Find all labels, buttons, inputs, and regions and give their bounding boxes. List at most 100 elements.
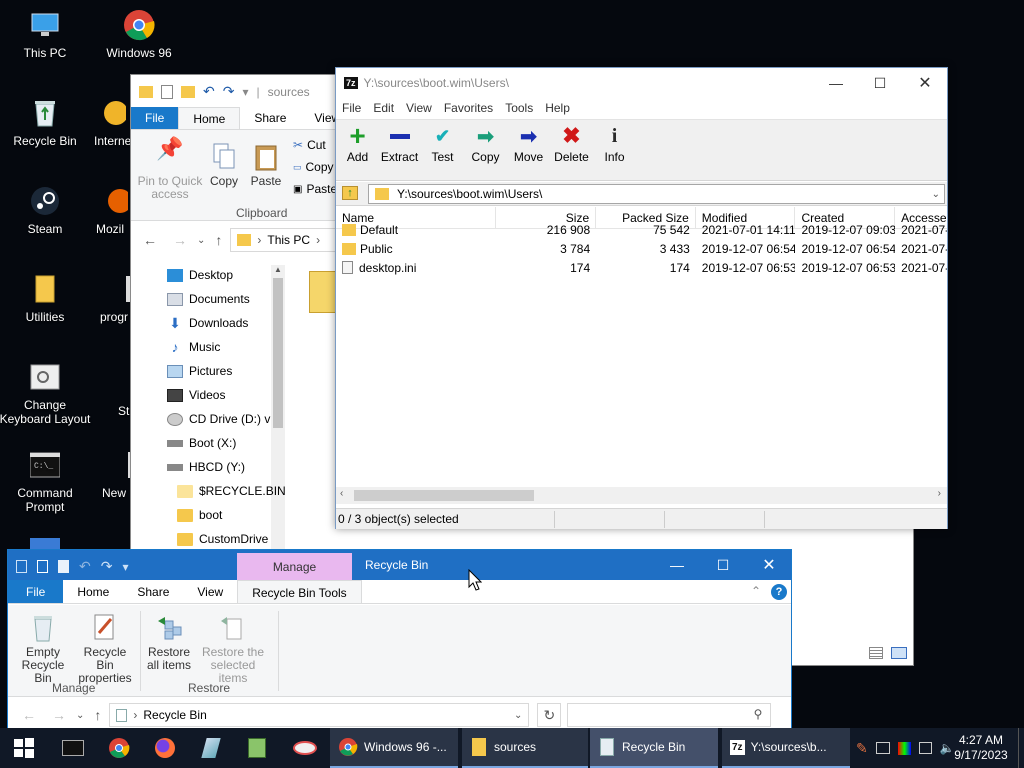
- cut-button[interactable]: ✂ Cut: [293, 138, 326, 152]
- pinned-notepad[interactable]: [242, 728, 272, 768]
- help-icon[interactable]: ?: [771, 584, 787, 600]
- redo-icon[interactable]: ↷: [101, 558, 113, 575]
- tab-share[interactable]: Share: [123, 580, 183, 603]
- title-bar[interactable]: ↶ ↷ ▾ Manage Recycle Bin — ☐ ✕: [8, 550, 791, 580]
- color-picker-icon[interactable]: [897, 741, 911, 755]
- paste-button[interactable]: Paste: [251, 142, 281, 188]
- start-button[interactable]: [0, 728, 48, 768]
- extract-button[interactable]: Extract: [378, 124, 421, 164]
- info-button[interactable]: i Info: [593, 124, 636, 165]
- network-icon[interactable]: [875, 742, 890, 754]
- minimize-button[interactable]: —: [813, 68, 859, 98]
- menu-file[interactable]: File: [336, 101, 367, 115]
- address-bar[interactable]: › Recycle Bin ⌄: [109, 703, 530, 727]
- delete-button[interactable]: ✖ Delete: [550, 123, 593, 164]
- tab-home[interactable]: Home: [178, 107, 241, 129]
- address-bar[interactable]: › This PC ›: [230, 228, 341, 252]
- desktop-icon-change-keyboard-layout[interactable]: Change Keyboard Layout: [0, 360, 90, 426]
- desktop-icon-internet[interactable]: Interne: [94, 96, 130, 148]
- path-input[interactable]: Y:\sources\boot.wim\Users\ ⌄: [368, 184, 945, 204]
- desktop-icon-steam[interactable]: Steam: [0, 184, 90, 236]
- desktop-icon-command-prompt[interactable]: C:\_ Command Prompt: [0, 448, 90, 514]
- tree-item-videos[interactable]: Videos: [167, 383, 287, 407]
- up-folder-button[interactable]: ↑: [342, 186, 358, 200]
- menu-help[interactable]: Help: [539, 101, 576, 115]
- refresh-icon[interactable]: ↻: [537, 703, 562, 727]
- display-icon[interactable]: [918, 742, 932, 754]
- scroll-right-icon[interactable]: ›: [938, 488, 941, 499]
- test-button[interactable]: ✔ Test: [421, 124, 464, 165]
- up-icon[interactable]: ↑: [215, 232, 222, 248]
- tab-view[interactable]: View: [183, 580, 237, 603]
- maximize-button[interactable]: ☐: [857, 68, 903, 98]
- tab-recycle-bin-tools[interactable]: Recycle Bin Tools: [237, 580, 362, 603]
- tab-manage[interactable]: Manage: [237, 553, 352, 580]
- clock[interactable]: 4:27 AM 9/17/2023: [950, 728, 1012, 768]
- tree-item-boot-folder[interactable]: boot: [167, 503, 287, 527]
- sevenzip-window[interactable]: 7z Y:\sources\boot.wim\Users\ — ☐ ✕ File…: [335, 67, 948, 529]
- recent-chevron-icon[interactable]: ⌄: [197, 235, 205, 246]
- copy-button[interactable]: Copy: [209, 142, 239, 188]
- tree-item-documents[interactable]: Documents: [167, 287, 287, 311]
- paste-shortcut-button[interactable]: ▣ Paste: [293, 182, 337, 196]
- table-row[interactable]: desktop.ini 174 174 2019-12-07 06:53 201…: [336, 258, 947, 277]
- pinned-cmd[interactable]: [58, 728, 88, 768]
- forward-icon[interactable]: →: [52, 707, 66, 723]
- add-button[interactable]: + Add: [336, 120, 379, 164]
- taskbar-app-windows-96[interactable]: Windows 96 -...: [330, 728, 458, 768]
- pinned-app[interactable]: [196, 728, 226, 768]
- empty-recycle-bin-button[interactable]: Empty Recycle Bin: [12, 613, 74, 685]
- tab-file[interactable]: File: [131, 107, 179, 129]
- minimize-button[interactable]: —: [654, 550, 700, 580]
- file-item-partial[interactable]: [309, 271, 337, 313]
- desktop-icon-mozilla[interactable]: Mozil: [96, 184, 130, 236]
- scroll-thumb[interactable]: [354, 490, 534, 501]
- tab-home[interactable]: Home: [63, 580, 123, 603]
- close-button[interactable]: ✕: [746, 550, 792, 580]
- pin-quick-access-button[interactable]: 📌 Pin to Quick access: [137, 138, 203, 201]
- maximize-button[interactable]: ☐: [700, 550, 746, 580]
- breadcrumb[interactable]: This PC: [267, 233, 310, 247]
- new-folder-icon[interactable]: [181, 85, 195, 98]
- redo-icon[interactable]: ↷: [223, 83, 235, 100]
- undo-icon[interactable]: ↶: [203, 83, 215, 100]
- chevron-down-icon[interactable]: ▾: [122, 560, 128, 574]
- tree-item-pictures[interactable]: Pictures: [167, 359, 287, 383]
- restore-all-items-button[interactable]: Restore all items: [146, 613, 192, 672]
- chevron-down-icon[interactable]: ▾: [242, 85, 248, 99]
- pinned-firefox[interactable]: [150, 728, 180, 768]
- taskbar-app-recycle-bin[interactable]: Recycle Bin: [590, 728, 718, 768]
- tab-file[interactable]: File: [8, 580, 64, 603]
- table-row[interactable]: Public 3 784 3 433 2019-12-07 06:54 2019…: [336, 239, 947, 258]
- back-icon[interactable]: ←: [143, 232, 157, 248]
- copy-button[interactable]: ➡ Copy: [464, 124, 507, 165]
- desktop-icon-utilities[interactable]: Utilities: [0, 272, 90, 324]
- taskbar-app-sources[interactable]: sources: [462, 728, 588, 768]
- menu-favorites[interactable]: Favorites: [438, 101, 499, 115]
- chevron-up-icon[interactable]: ⌃: [751, 580, 761, 603]
- chevron-down-icon[interactable]: ⌄: [514, 710, 522, 721]
- tree-item-music[interactable]: ♪ Music: [167, 335, 287, 359]
- pinned-paint[interactable]: [288, 728, 322, 768]
- properties-icon[interactable]: [37, 560, 48, 573]
- copy-path-button[interactable]: ▭ Copy: [293, 160, 334, 174]
- tray-app-icon[interactable]: ✎: [856, 740, 868, 757]
- forward-icon[interactable]: →: [173, 232, 187, 248]
- close-button[interactable]: ✕: [902, 68, 948, 98]
- properties-icon[interactable]: [161, 84, 173, 99]
- chevron-down-icon[interactable]: ⌄: [932, 189, 940, 200]
- search-input[interactable]: ⚲: [567, 703, 772, 727]
- tree-item-downloads[interactable]: ⬇ Downloads: [167, 311, 287, 335]
- tree-item-hbcd[interactable]: HBCD (Y:): [167, 455, 287, 479]
- desktop-icon-this-pc[interactable]: This PC: [0, 8, 90, 60]
- desktop-icon-recycle-bin[interactable]: Recycle Bin: [0, 96, 90, 148]
- tab-share[interactable]: Share: [240, 107, 300, 129]
- tree-item-cd-drive[interactable]: CD Drive (D:) v: [167, 407, 287, 431]
- tree-item-recycle-bin-folder[interactable]: $RECYCLE.BIN: [167, 479, 287, 503]
- horizontal-scrollbar[interactable]: ‹ ›: [336, 487, 947, 504]
- recycle-bin-window[interactable]: ↶ ↷ ▾ Manage Recycle Bin — ☐ ✕ File Home…: [7, 549, 792, 729]
- pinned-chrome[interactable]: [104, 728, 134, 768]
- undo-icon[interactable]: ↶: [79, 558, 91, 575]
- move-button[interactable]: ➡ Move: [507, 124, 550, 165]
- recycle-bin-properties-button[interactable]: Recycle Bin properties: [74, 613, 136, 685]
